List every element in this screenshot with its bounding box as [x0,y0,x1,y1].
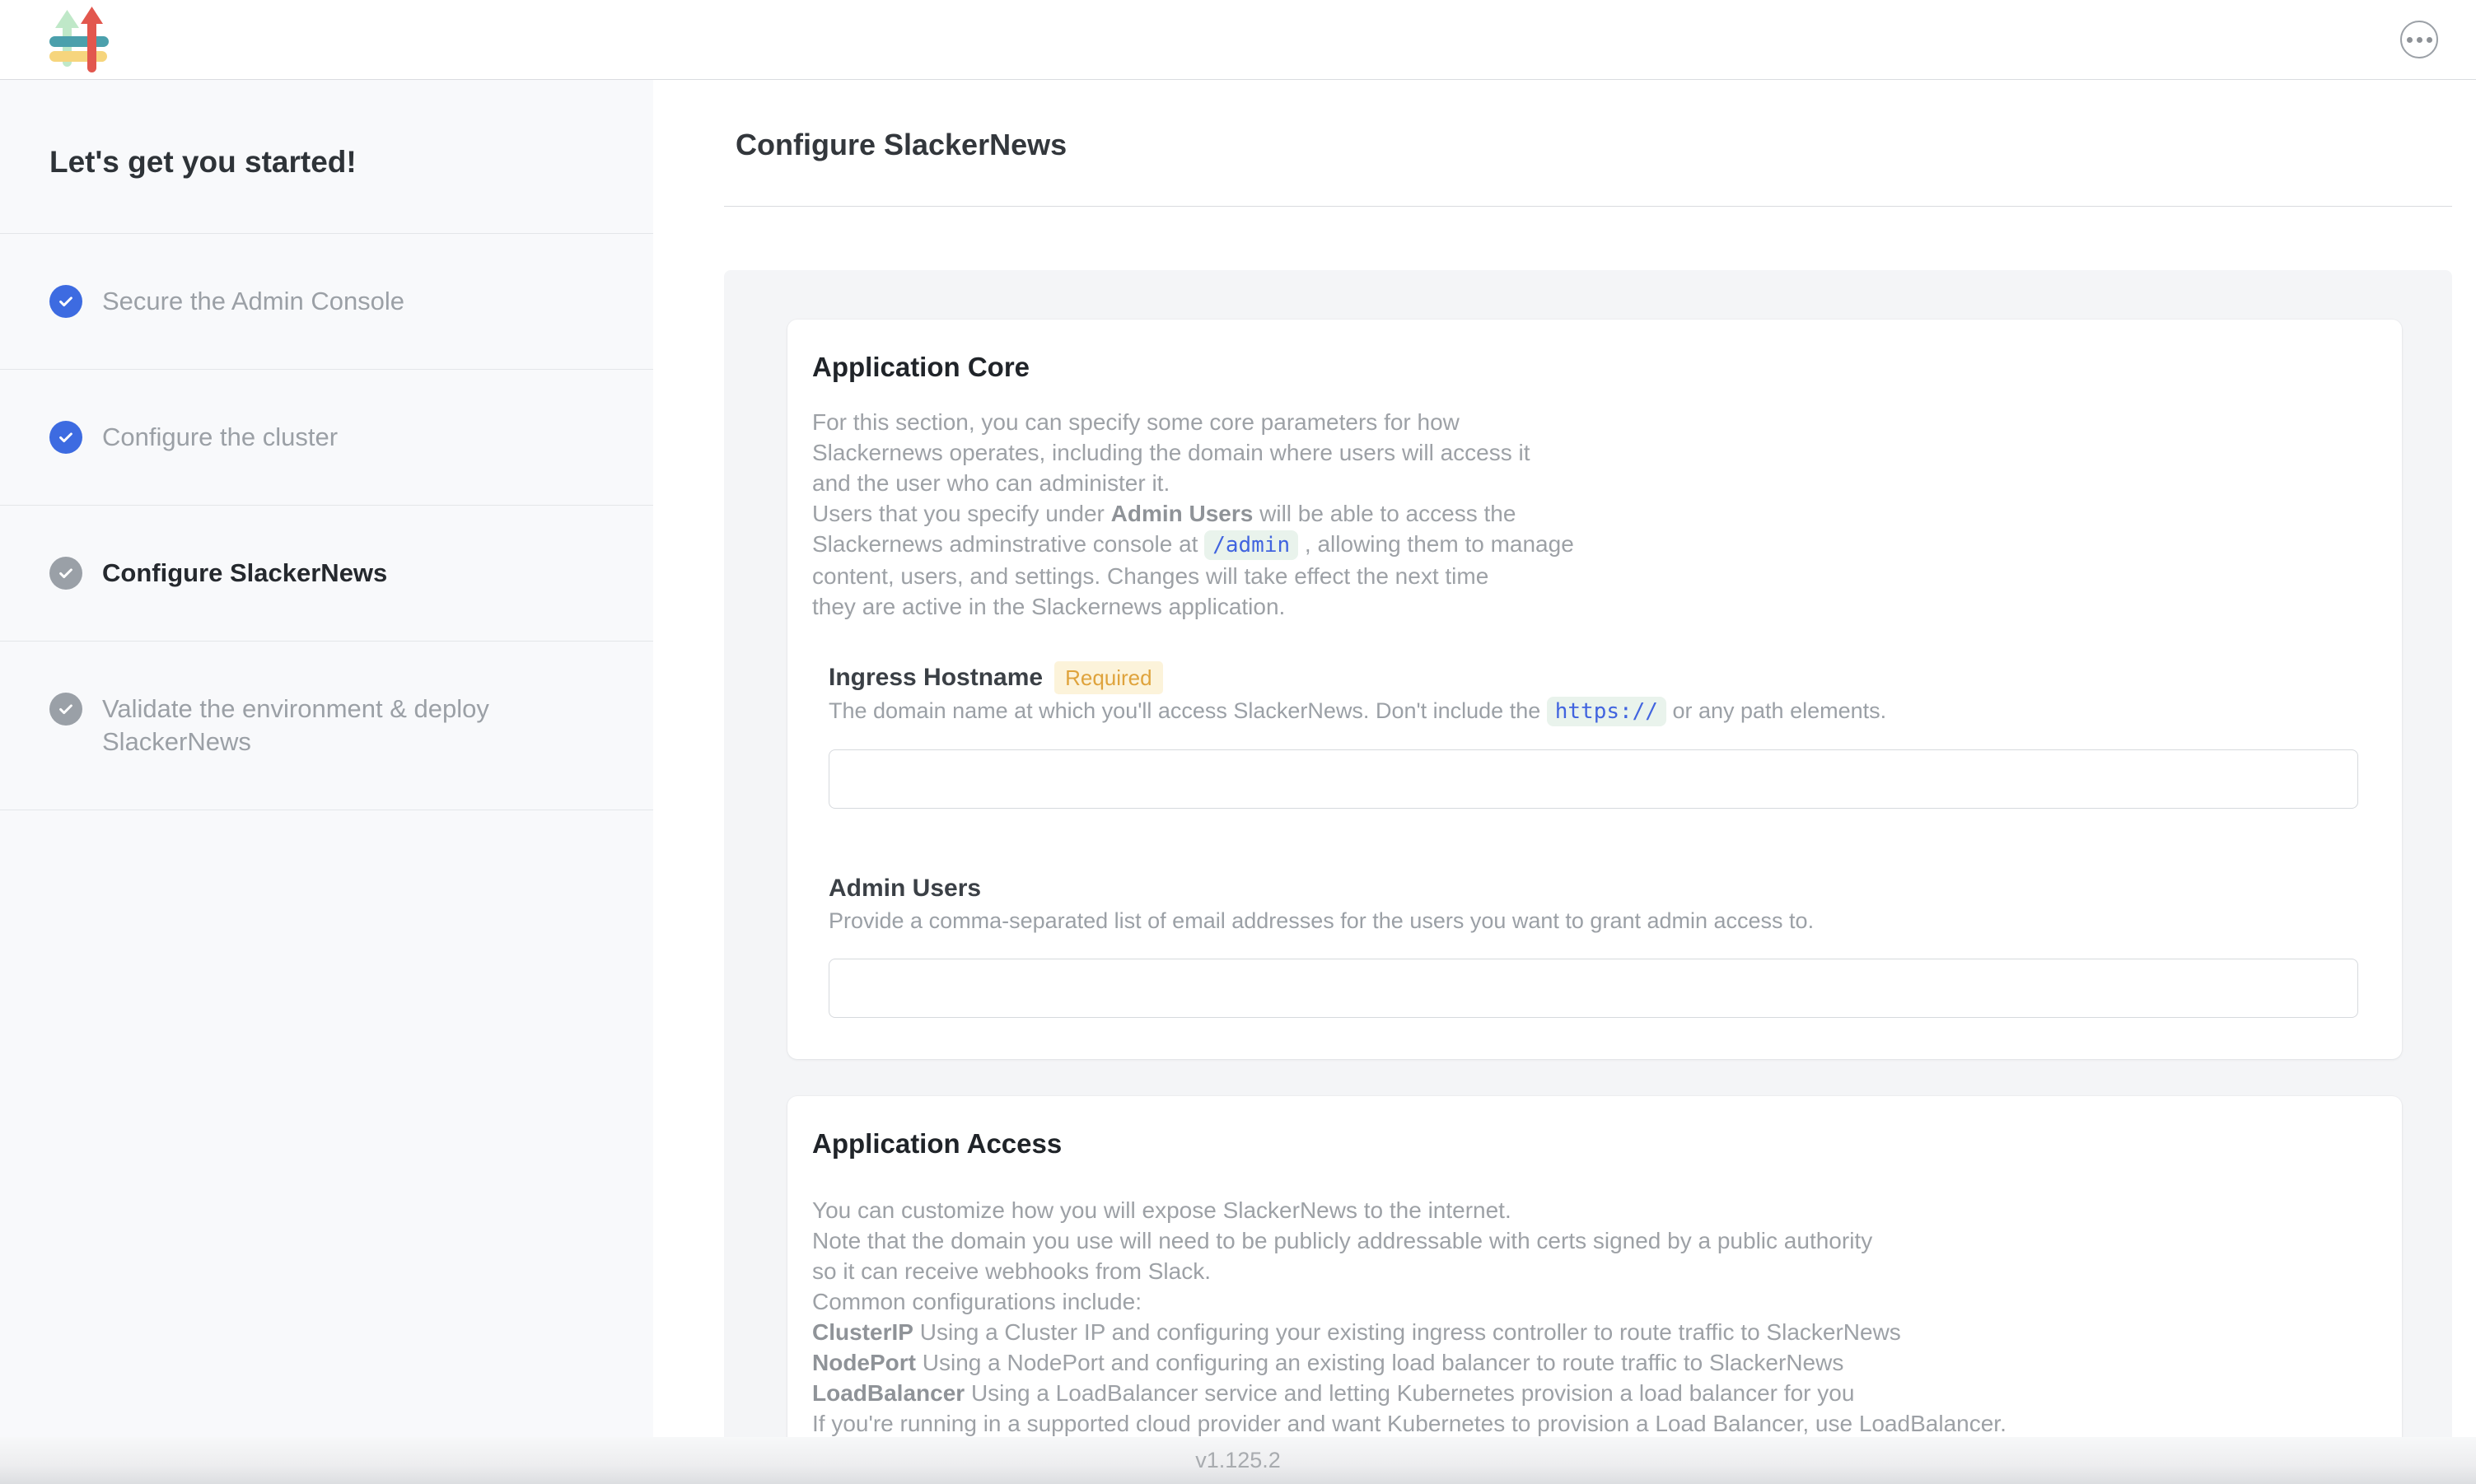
admin-users-input[interactable] [829,959,2358,1018]
main-content: Configure SlackerNews Application Core F… [653,80,2476,1484]
sidebar-step-configure-slackernews[interactable]: Configure SlackerNews [0,506,653,642]
app-footer: v1.125.2 [0,1437,2476,1484]
application-core-card: Application Core For this section, you c… [787,320,2402,1059]
admin-users-label: Admin Users [829,873,981,904]
card-description: For this section, you can specify some c… [812,407,2377,622]
ellipsis-menu-button[interactable] [2400,21,2438,58]
step-label: Validate the environment & deploy Slacke… [102,693,522,758]
check-circle-icon [49,557,82,590]
config-panel: Application Core For this section, you c… [724,270,2452,1484]
page-title: Configure SlackerNews [724,127,2452,163]
slackernews-logo-icon [48,7,110,72]
ellipsis-icon [2427,37,2432,43]
setup-steps-sidebar: Let's get you started! Secure the Admin … [0,80,653,1484]
application-access-card: Application Access You can customize how… [787,1096,2402,1480]
step-label: Configure SlackerNews [102,557,387,590]
ingress-hostname-label: Ingress Hostname [829,662,1043,693]
sidebar-step-configure-cluster[interactable]: Configure the cluster [0,370,653,506]
step-label: Configure the cluster [102,421,338,454]
check-circle-icon [49,285,82,318]
ingress-hostname-input[interactable] [829,749,2358,809]
required-badge: Required [1054,661,1163,694]
step-label: Secure the Admin Console [102,285,404,318]
version-label: v1.125.2 [1195,1448,1281,1473]
heading-divider [724,206,2452,207]
sidebar-step-validate-deploy[interactable]: Validate the environment & deploy Slacke… [0,642,653,810]
card-description: You can customize how you will expose Sl… [812,1195,2377,1439]
sidebar-step-secure-admin-console[interactable]: Secure the Admin Console [0,234,653,370]
ingress-hostname-field-group: Ingress Hostname Required The domain nam… [829,661,2358,809]
admin-users-field-group: Admin Users Provide a comma-separated li… [829,873,2358,1018]
check-circle-icon [49,693,82,726]
app-window: Let's get you started! Secure the Admin … [0,0,2476,1484]
ellipsis-icon [2407,37,2413,43]
sidebar-title: Let's get you started! [49,144,604,180]
sidebar-heading: Let's get you started! [0,80,653,234]
admin-users-help: Provide a comma-separated list of email … [829,906,2358,936]
content-row: Let's get you started! Secure the Admin … [0,80,2476,1484]
card-title: Application Access [812,1127,2377,1160]
ingress-hostname-help: The domain name at which you'll access S… [829,696,2358,727]
card-title: Application Core [812,351,2377,384]
ellipsis-icon [2417,37,2422,43]
top-header [0,0,2476,80]
check-circle-icon [49,421,82,454]
